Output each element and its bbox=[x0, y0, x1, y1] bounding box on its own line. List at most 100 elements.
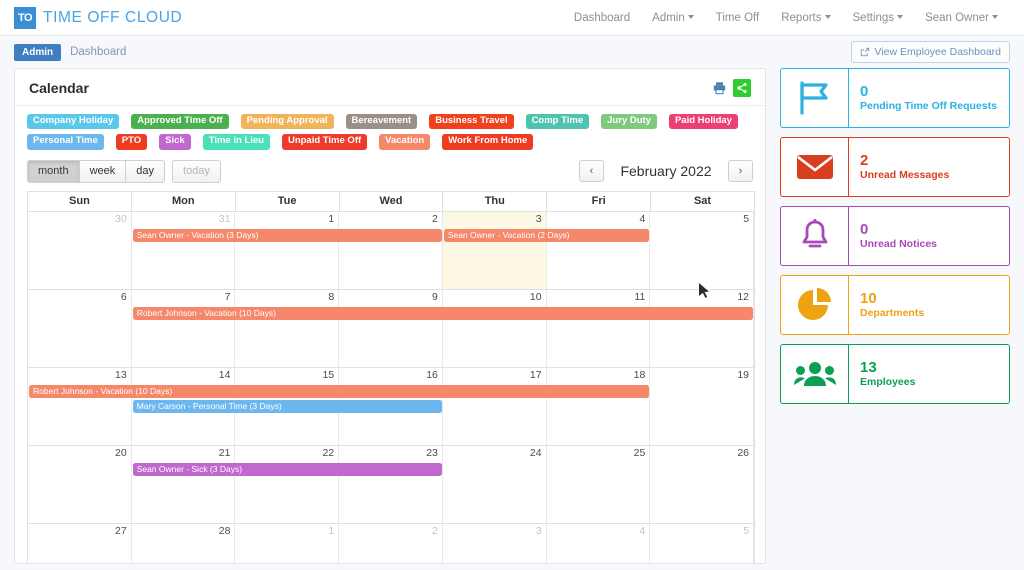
calendar-day-cell[interactable]: 4 bbox=[547, 211, 651, 289]
legend-tag-personal-time[interactable]: Personal Time bbox=[27, 134, 104, 150]
calendar-day-cell[interactable]: 6 bbox=[28, 289, 132, 367]
legend-tag-paid-holiday[interactable]: Paid Holiday bbox=[668, 114, 738, 130]
calendar-day-cell[interactable]: 2 bbox=[339, 211, 443, 289]
calendar-day-cell[interactable]: 24 bbox=[443, 445, 547, 523]
calendar-day-cell[interactable]: 13 bbox=[28, 367, 132, 445]
calendar-day-cell[interactable]: 25 bbox=[547, 445, 651, 523]
calendar-day-cell[interactable]: 2 bbox=[339, 523, 443, 563]
nav-link-dashboard[interactable]: Dashboard bbox=[574, 12, 630, 24]
summary-card-label: Employees bbox=[860, 375, 916, 388]
summary-card-count: 13 bbox=[860, 358, 877, 376]
nav-link-reports[interactable]: Reports bbox=[781, 12, 831, 24]
calendar-day-cell[interactable]: 28 bbox=[132, 523, 236, 563]
print-icon[interactable] bbox=[712, 81, 727, 95]
summary-card-label: Departments bbox=[860, 306, 925, 319]
main-layout: Calendar Company Holiday Approved Time Of… bbox=[0, 68, 1024, 564]
calendar-day-cell[interactable]: 17 bbox=[443, 367, 547, 445]
day-number: 13 bbox=[115, 368, 127, 381]
calendar-event[interactable]: Sean Owner - Vacation (3 Days) bbox=[132, 228, 442, 242]
view-button-day[interactable]: day bbox=[126, 159, 166, 183]
view-employee-dashboard-button[interactable]: View Employee Dashboard bbox=[850, 41, 1010, 63]
calendar-day-cell[interactable]: 23 bbox=[339, 445, 443, 523]
next-month-button[interactable]: › bbox=[728, 160, 753, 183]
legend-tag-pto[interactable]: PTO bbox=[115, 134, 148, 150]
legend-tag-vacation[interactable]: Vacation bbox=[379, 134, 431, 150]
brand-name: TIME OFF CLOUD bbox=[43, 8, 183, 26]
nav-link-label: Dashboard bbox=[573, 11, 631, 24]
legend-tag-business-travel[interactable]: Business Travel bbox=[429, 114, 514, 130]
calendar-toolbar: month week day today ‹ February 2022 › bbox=[15, 156, 765, 191]
day-number: 14 bbox=[218, 368, 231, 381]
weekday-header-thu: Thu bbox=[442, 190, 548, 212]
day-number: 1 bbox=[328, 524, 335, 537]
calendar-day-cell[interactable]: 22 bbox=[235, 445, 340, 523]
legend-tag-pending-approval[interactable]: Pending Approval bbox=[240, 114, 334, 130]
calendar-day-cell[interactable]: 12 bbox=[650, 289, 755, 367]
summary-card-pending-time-off-requests[interactable]: 0 Pending Time Off Requests bbox=[780, 68, 1010, 128]
breadcrumb: Admin Dashboard View Employee Dashboard bbox=[0, 36, 1024, 68]
calendar-day-cell[interactable]: 18 bbox=[547, 367, 651, 445]
today-button[interactable]: today bbox=[172, 159, 221, 183]
calendar-day-cell[interactable]: 19 bbox=[650, 367, 755, 445]
legend-tag-comp-time[interactable]: Comp Time bbox=[525, 114, 590, 130]
calendar-day-cell[interactable]: 3 bbox=[442, 211, 547, 289]
summary-card-unread-messages[interactable]: 2 Unread Messages bbox=[780, 137, 1010, 197]
legend: Company Holiday Approved Time Off Pending … bbox=[15, 106, 760, 156]
prev-month-button[interactable]: ‹ bbox=[579, 160, 604, 183]
day-number: 18 bbox=[633, 368, 646, 381]
nav-link-time-off[interactable]: Time Off bbox=[716, 12, 759, 24]
summary-card-employees[interactable]: 13 Employees bbox=[780, 344, 1010, 404]
calendar-day-cell[interactable]: 5 bbox=[650, 523, 755, 563]
nav-link-admin[interactable]: Admin bbox=[652, 12, 694, 24]
breadcrumb-admin-badge[interactable]: Admin bbox=[14, 43, 62, 61]
calendar-day-cell[interactable]: 20 bbox=[28, 445, 132, 523]
day-number: 1 bbox=[328, 212, 335, 225]
legend-tag-sick[interactable]: Sick bbox=[159, 134, 191, 150]
view-button-month[interactable]: month bbox=[27, 159, 80, 183]
calendar-day-cell[interactable]: 21 bbox=[132, 445, 236, 523]
legend-tag-approved-time-off[interactable]: Approved Time Off bbox=[131, 114, 229, 130]
calendar-day-cell[interactable]: 8 bbox=[235, 289, 340, 367]
calendar-day-cell[interactable]: 30 bbox=[28, 211, 132, 289]
brand-logo[interactable]: TO TIME OFF CLOUD bbox=[14, 6, 183, 29]
calendar-day-cell[interactable]: 10 bbox=[443, 289, 547, 367]
calendar-day-cell[interactable]: 1 bbox=[235, 211, 340, 289]
calendar-day-cell[interactable]: 11 bbox=[547, 289, 651, 367]
legend-tag-company-holiday[interactable]: Company Holiday bbox=[27, 114, 120, 130]
weekday-header-sun: Sun bbox=[27, 190, 132, 212]
calendar-day-cell[interactable]: 27 bbox=[28, 523, 132, 563]
calendar-day-cell[interactable]: 26 bbox=[650, 445, 755, 523]
weekday-header-wed: Wed bbox=[338, 190, 444, 212]
summary-card-body: 13 Employees bbox=[849, 345, 1009, 403]
day-number: 5 bbox=[743, 212, 750, 225]
legend-tag-work-from-home[interactable]: Work From Home bbox=[442, 134, 534, 150]
calendar-day-cell[interactable]: 9 bbox=[339, 289, 443, 367]
legend-tag-bereavement[interactable]: Bereavement bbox=[345, 114, 418, 130]
page-title: Calendar bbox=[29, 80, 89, 96]
legend-tag-time-in-lieu[interactable]: Time in Lieu bbox=[202, 134, 270, 150]
summary-card-unread-notices[interactable]: 0 Unread Notices bbox=[780, 206, 1010, 266]
calendar-day-cell[interactable]: 3 bbox=[443, 523, 547, 563]
calendar-day-cell[interactable]: 7 bbox=[132, 289, 236, 367]
view-button-week[interactable]: week bbox=[79, 159, 127, 183]
nav-link-settings[interactable]: Settings bbox=[853, 12, 904, 24]
users-icon bbox=[781, 345, 849, 403]
calendar-day-cell[interactable]: 5 bbox=[650, 211, 755, 289]
summary-card-departments[interactable]: 10 Departments bbox=[780, 275, 1010, 335]
weekday-header-fri: Fri bbox=[546, 190, 652, 212]
day-number: 2 bbox=[432, 524, 438, 537]
nav-link-sean-owner[interactable]: Sean Owner bbox=[925, 12, 998, 24]
share-icon[interactable] bbox=[733, 79, 751, 97]
calendar-event[interactable]: Sean Owner - Sick (3 Days) bbox=[132, 462, 442, 476]
legend-tag-jury-duty[interactable]: Jury Duty bbox=[601, 114, 657, 130]
calendar-event[interactable]: Mary Carson - Personal Time (3 Days) bbox=[132, 399, 442, 413]
calendar-day-cell[interactable]: 1 bbox=[235, 523, 340, 563]
summary-card-count: 2 bbox=[860, 151, 869, 169]
calendar-week-row: 20 21 22 23 24 25 26 Sean Owner - Sick (3 Days) bbox=[27, 445, 755, 524]
calendar-event[interactable]: Sean Owner - Vacation (2 Days) bbox=[443, 228, 650, 242]
calendar-event[interactable]: Robert Johnson - Vacation (10 Days) bbox=[132, 306, 753, 320]
legend-tag-unpaid-time-off[interactable]: Unpaid Time Off bbox=[281, 134, 368, 150]
calendar-day-cell[interactable]: 4 bbox=[547, 523, 651, 563]
calendar-event[interactable]: Robert Johnson - Vacation (10 Days) bbox=[29, 384, 650, 398]
calendar-day-cell[interactable]: 31 bbox=[132, 211, 236, 289]
